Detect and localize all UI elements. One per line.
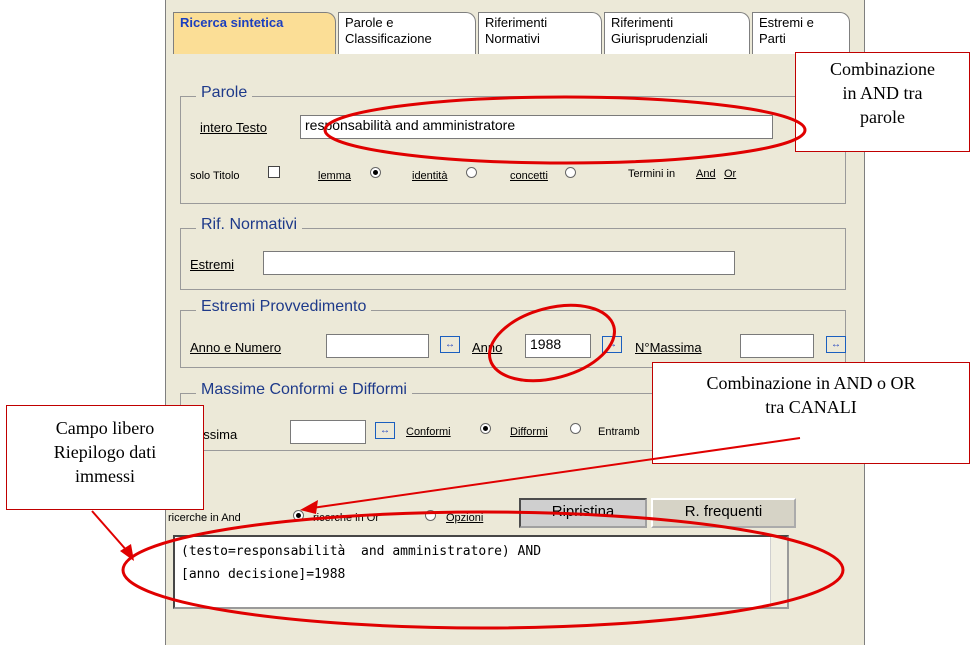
intero-testo-input[interactable]: responsabilità and amministratore: [300, 115, 773, 139]
rif-normativi-legend: Rif. Normativi: [196, 216, 303, 234]
lemma-radio[interactable]: [370, 167, 381, 178]
arrow-head: [120, 544, 134, 561]
identita-radio[interactable]: [466, 167, 477, 178]
frequenti-button[interactable]: R. frequenti: [651, 498, 796, 528]
massime-legend: Massime Conformi e Difformi: [196, 381, 412, 399]
tab-label: Riferimenti: [485, 15, 548, 30]
parole-legend: Parole: [196, 84, 253, 102]
termini-and-link[interactable]: And: [696, 168, 716, 180]
solo-titolo-label: solo Titolo: [190, 170, 240, 182]
tab-riferimenti-normativi[interactable]: Riferimenti Normativi: [478, 12, 602, 54]
termini-label: Termini in: [628, 168, 676, 180]
tab-label: Parti: [759, 31, 786, 46]
callout-text: in AND tra: [842, 83, 923, 103]
ripristina-button[interactable]: Ripristina: [519, 498, 647, 528]
expand-arrows-icon[interactable]: ↔: [602, 336, 622, 353]
tab-riferimenti-giurisprudenziali[interactable]: Riferimenti Giurisprudenziali: [604, 12, 750, 54]
summary-line: [anno decisione]=1988: [181, 567, 346, 582]
tab-label: Estremi e: [759, 15, 814, 30]
ricerche-or-label: ricerche in Or: [313, 512, 380, 524]
ricerche-and-radio[interactable]: [293, 510, 304, 521]
opzioni-link[interactable]: Opzioni: [446, 512, 483, 524]
tab-label: Parole e: [345, 15, 394, 30]
estremi-label: Estremi: [190, 257, 235, 272]
tab-label: Giurisprudenziali: [611, 31, 708, 46]
callout-text: immessi: [74, 466, 135, 486]
scrollbar[interactable]: [770, 537, 787, 607]
conformi-radio[interactable]: [480, 423, 491, 434]
callout-text: parole: [860, 107, 905, 127]
n-massima-input[interactable]: [740, 334, 814, 358]
callout-text: Riepilogo dati: [53, 442, 157, 462]
tab-label: Classificazione: [345, 31, 432, 46]
estremi-input[interactable]: [263, 251, 735, 275]
expand-arrows-icon[interactable]: ↔: [826, 336, 846, 353]
identita-label: identità: [412, 170, 448, 182]
tab-ricerca-sintetica[interactable]: Ricerca sintetica: [173, 12, 336, 54]
tab-estremi-parti[interactable]: Estremi e Parti: [752, 12, 850, 54]
n-massima-label: N°Massima: [635, 340, 702, 355]
annotation-arrow: [91, 510, 129, 553]
estremi-provvedimento-legend: Estremi Provvedimento: [196, 298, 372, 316]
callout-text: tra CANALI: [765, 397, 857, 417]
concetti-label: concetti: [510, 170, 548, 182]
intero-testo-label: intero Testo: [200, 120, 267, 135]
ricerche-and-label: ricerche in And: [168, 512, 241, 524]
callout-text: Campo libero: [55, 418, 155, 438]
lemma-label: lemma: [318, 170, 352, 182]
callout-text: Combinazione: [830, 59, 935, 79]
expand-arrows-icon[interactable]: ↔: [440, 336, 460, 353]
parole-group: [180, 96, 846, 204]
termini-or-link[interactable]: Or: [724, 168, 736, 180]
anno-numero-label: Anno e Numero: [190, 340, 282, 355]
callout-campo-libero: Campo libero Riepilogo dati immessi: [6, 405, 204, 510]
entrambe-label: Entramb: [598, 426, 640, 438]
callout-canali: Combinazione in AND o OR tra CANALI: [652, 362, 970, 464]
difformi-radio[interactable]: [570, 423, 581, 434]
anno-input[interactable]: 1988: [525, 334, 591, 358]
tab-label: Normativi: [485, 31, 540, 46]
concetti-radio[interactable]: [565, 167, 576, 178]
summary-textarea[interactable]: (testo=responsabilità and amministratore…: [173, 535, 789, 609]
conformi-label: Conformi: [406, 426, 451, 438]
callout-text: Combinazione in AND o OR: [706, 373, 916, 393]
ricerche-or-radio[interactable]: [425, 510, 436, 521]
solo-titolo-checkbox[interactable]: [268, 166, 280, 178]
anno-numero-input[interactable]: [326, 334, 429, 358]
tab-label: Riferimenti: [611, 15, 674, 30]
summary-line: (testo=responsabilità and amministratore…: [181, 544, 542, 559]
anno-label: Anno: [472, 340, 503, 355]
expand-arrows-icon[interactable]: ↔: [375, 422, 395, 439]
callout-and-parole: Combinazione in AND tra parole: [795, 52, 970, 152]
tab-parole-classificazione[interactable]: Parole e Classificazione: [338, 12, 476, 54]
difformi-label: Difformi: [510, 426, 548, 438]
tab-label: Ricerca sintetica: [180, 15, 284, 30]
massima-input[interactable]: [290, 420, 366, 444]
